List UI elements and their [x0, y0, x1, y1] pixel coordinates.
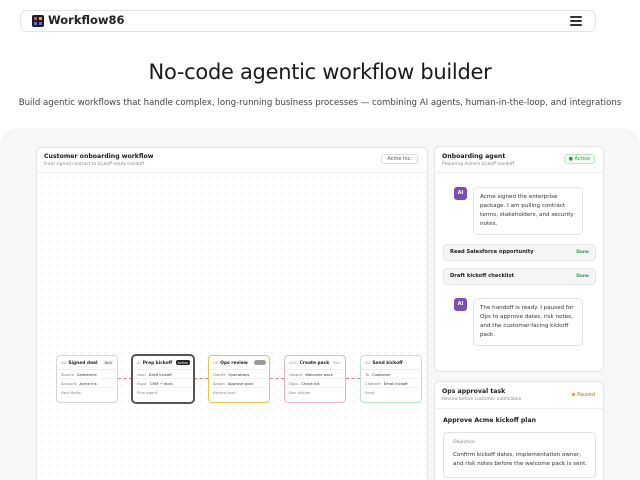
agent-task-row[interactable]: Draft kickoff checklist Done — [443, 268, 596, 285]
node-field-key: Goal — [137, 372, 146, 377]
workflow-canvas[interactable] — [37, 172, 427, 480]
node-field-key: Action — [213, 381, 225, 386]
node-footer: Deal fields — [61, 390, 82, 395]
node-field-row: To Customer — [361, 370, 421, 379]
node-code: SD — [61, 360, 67, 365]
node-field-row: Source Salesforce — [57, 370, 117, 379]
node-field-row: Action Approve plan — [209, 379, 269, 388]
ops-heading: Approve Acme kickoff plan — [443, 417, 536, 424]
node-field-key: Owner — [213, 372, 226, 377]
ops-title: Ops approval task — [442, 388, 506, 395]
hero-subtitle: Build agentic workflows that handle comp… — [18, 98, 622, 108]
ops-subtitle: Review before customer notification — [442, 397, 522, 402]
node-header: SD Send kickoff — [361, 356, 421, 370]
node-header: AI Prep kickoff Active — [133, 356, 193, 370]
hamburger-menu-icon[interactable] — [570, 16, 582, 26]
node-code: AI — [137, 360, 141, 365]
agent-task-row[interactable]: Read Salesforce opportunity Done — [443, 244, 596, 261]
node-field-value: Email kickoff — [383, 381, 408, 386]
node-name: Signed deal — [68, 361, 98, 366]
node-ops-review[interactable]: OP Ops review Owner Operations Action Approve… — [208, 355, 270, 403]
node-field-row: Channel Email kickoff — [361, 379, 421, 388]
ai-avatar-icon: AI — [454, 187, 467, 200]
node-status-badge: New — [102, 360, 114, 365]
node-status-badge: Run — [331, 360, 342, 365]
node-code: DOC — [289, 360, 298, 365]
node-name: Ops review — [220, 361, 248, 366]
top-navbar: Workflow86 — [20, 10, 596, 32]
node-field-value: CRM + docs — [149, 381, 173, 386]
node-prep-kickoff[interactable]: AI Prep kickoff Active Goal Draft kickoff Inp… — [132, 355, 194, 403]
node-header: SD Signed deal New — [57, 356, 117, 370]
node-field-value: Draft kickoff — [148, 372, 172, 377]
node-code: SD — [365, 360, 371, 365]
node-field-key: Output — [289, 372, 303, 377]
node-field-row: Owner Operations — [209, 370, 269, 379]
node-code: OP — [213, 360, 219, 365]
connector-line — [194, 378, 208, 379]
node-field-row: Goal Draft kickoff — [133, 370, 193, 379]
workflow-panel: Customer onboarding workflow From signed… — [36, 147, 428, 480]
node-name: Prep kickoff — [142, 361, 173, 366]
objective-text: Confirm kickoff dates, implementation ow… — [453, 452, 588, 467]
node-field-row: Docs Check list — [285, 379, 345, 388]
agent-status-badge: ● Active — [563, 154, 595, 164]
workflow-subtitle: From signed contract to kickoff-ready ha… — [44, 162, 145, 167]
node-field-key: Channel — [365, 381, 381, 386]
agent-title: Onboarding agent — [442, 153, 506, 160]
agent-subtitle: Preparing Acme's kickoff handoff — [442, 162, 515, 167]
node-field-value: Approve plan — [227, 381, 254, 386]
node-field-row: Output Welcome pack — [285, 370, 345, 379]
agent-panel: Onboarding agent Preparing Acme's kickof… — [434, 146, 604, 372]
node-field-value: Salesforce — [77, 372, 97, 377]
node-field-key: To — [365, 372, 369, 377]
task-state: Done — [576, 274, 589, 279]
node-signed-deal[interactable]: SD Signed deal New Source Salesforce Account A… — [56, 355, 118, 403]
node-footer: Send — [365, 390, 375, 395]
node-status-badge — [414, 360, 418, 361]
node-footer: Review task — [213, 390, 236, 395]
hero-title: No-code agentic workflow builder — [148, 60, 492, 84]
node-field-row: Input CRM + docs — [133, 379, 193, 388]
node-status-badge: Active — [175, 360, 190, 365]
node-field-key: Input — [137, 381, 147, 386]
node-field-key: Source — [61, 372, 75, 377]
ai-avatar-icon: AI — [454, 298, 467, 311]
node-header: DOC Create pack Run — [285, 356, 345, 370]
node-send-kickoff[interactable]: SD Send kickoff To Customer Channel Email kic… — [360, 355, 422, 403]
node-footer: Plan agent — [137, 390, 158, 395]
divider — [435, 408, 603, 409]
workflow86-logo-icon[interactable] — [32, 15, 44, 27]
node-field-row: Account Acme Inc. — [57, 379, 117, 388]
agent-message-bubble: Acme signed the enterprise package. I am… — [473, 187, 583, 235]
connector-line — [118, 378, 132, 379]
task-state: Done — [576, 250, 589, 255]
node-field-key: Account — [61, 381, 77, 386]
task-label: Read Salesforce opportunity — [450, 249, 534, 255]
node-field-value: Operations — [228, 372, 250, 377]
connector-line — [270, 378, 284, 379]
node-toggle[interactable] — [254, 360, 266, 365]
node-footer: Doc builder — [289, 390, 311, 395]
node-field-value: Acme Inc. — [79, 381, 99, 386]
workflow-title: Customer onboarding workflow — [44, 153, 154, 160]
divider — [435, 172, 603, 173]
ops-status-badge: Paused — [572, 392, 595, 398]
workflow-company-tag[interactable]: Acme Inc. — [381, 154, 418, 164]
node-field-value: Welcome pack — [305, 372, 333, 377]
node-header: OP Ops review — [209, 356, 269, 370]
connector-line — [346, 378, 360, 379]
agent-message-bubble: The handoff is ready. I paused for Ops t… — [473, 298, 583, 346]
objective-card: Objective Confirm kickoff dates, impleme… — [443, 432, 596, 478]
node-name: Send kickoff — [372, 361, 403, 366]
node-field-value: Check list — [301, 381, 320, 386]
node-field-key: Docs — [289, 381, 299, 386]
node-create-pack[interactable]: DOC Create pack Run Output Welcome pack Docs C… — [284, 355, 346, 403]
node-field-value: Customer — [372, 372, 391, 377]
ops-approval-panel: Ops approval task Review before customer… — [434, 381, 604, 480]
node-name: Create pack — [299, 361, 330, 366]
brand-name[interactable]: Workflow86 — [48, 13, 125, 27]
objective-label: Objective — [453, 440, 475, 445]
task-label: Draft kickoff checklist — [450, 273, 515, 279]
